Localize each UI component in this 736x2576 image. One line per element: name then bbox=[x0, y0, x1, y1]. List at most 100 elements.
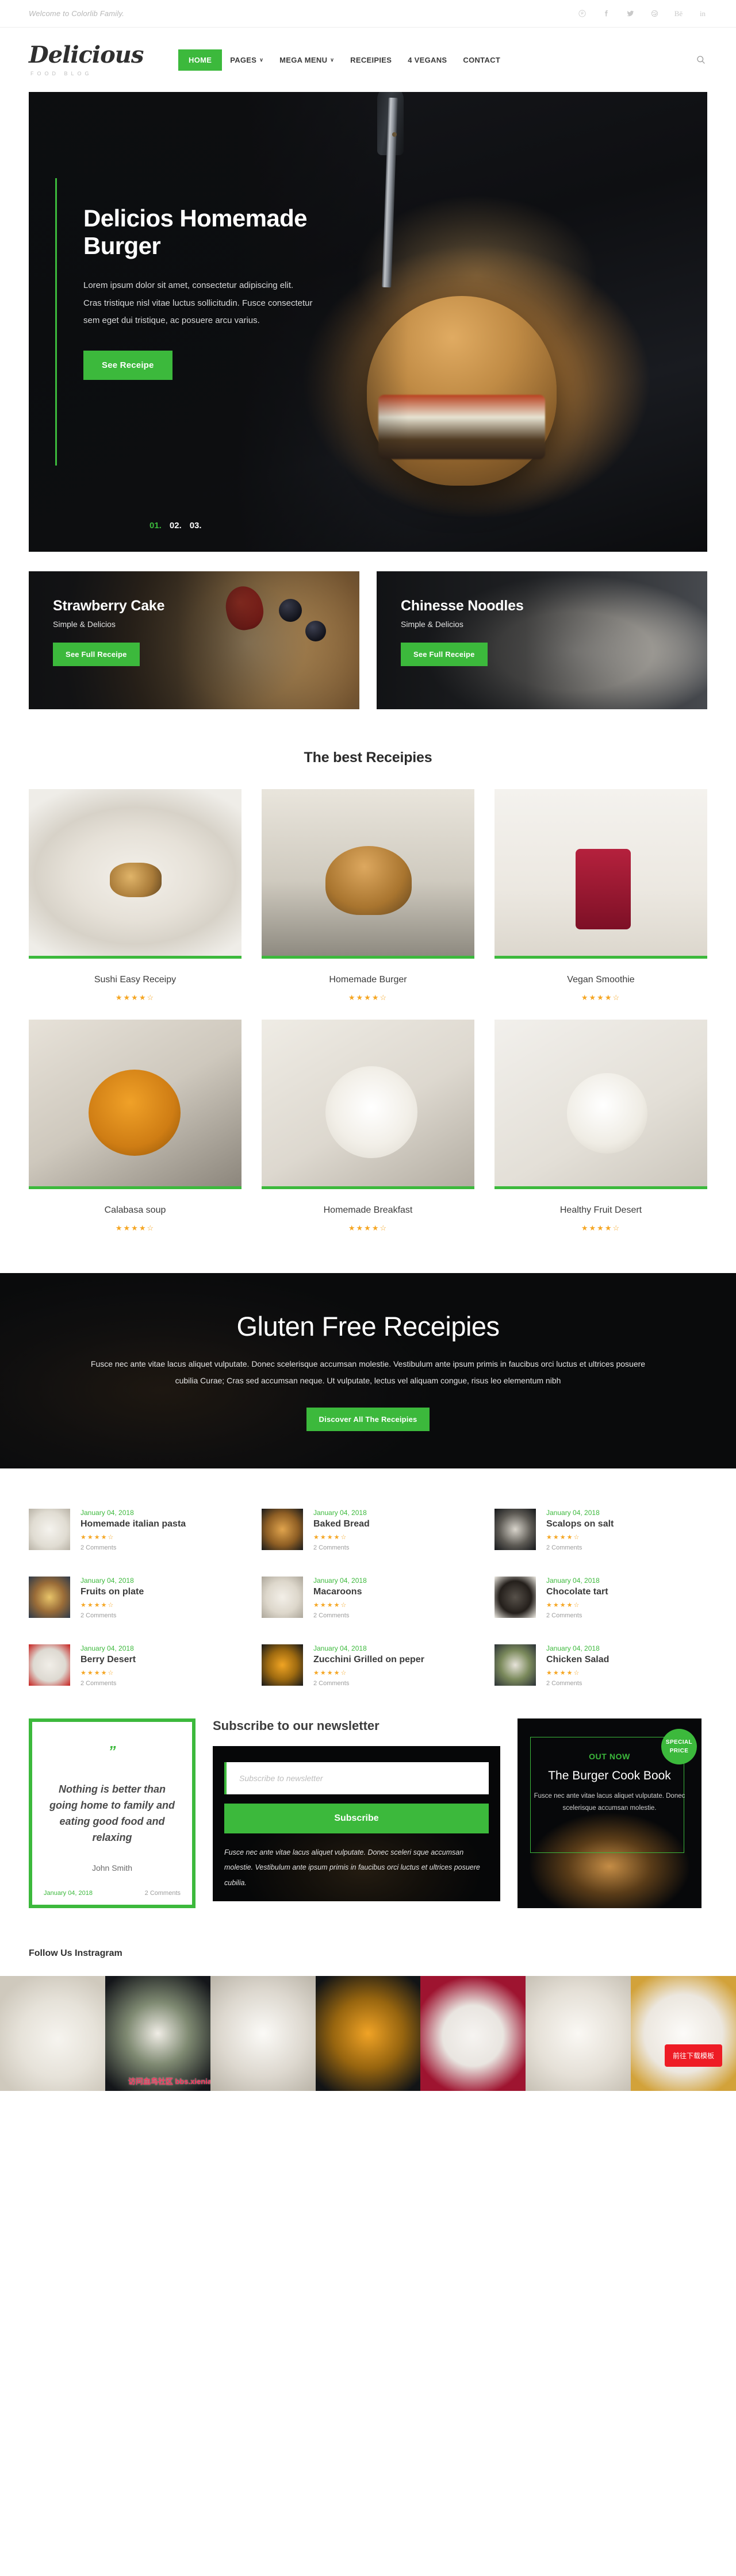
testimonial-text: Nothing is better than going home to fam… bbox=[49, 1783, 175, 1843]
post-comments-count: 2 Comments bbox=[313, 1612, 350, 1619]
linkedin-icon[interactable]: in bbox=[698, 9, 707, 18]
rating-stars: ★★★★☆ bbox=[546, 1534, 581, 1541]
feature-cta-button[interactable]: See Full Receipe bbox=[401, 643, 488, 666]
nav-item-contact[interactable]: CONTACT bbox=[455, 49, 508, 71]
post-comments-count: 2 Comments bbox=[80, 1612, 117, 1619]
newsletter-title: Subscribe to our newsletter bbox=[213, 1718, 379, 1733]
post-title: Chicken Salad bbox=[546, 1655, 610, 1664]
post-date: January 04, 2018 bbox=[313, 1577, 367, 1585]
cookbook-promo[interactable]: OUT NOW The Burger Cook Book Fusce nec a… bbox=[518, 1718, 702, 1908]
twitter-icon[interactable] bbox=[626, 9, 635, 18]
cookbook-title: The Burger Cook Book bbox=[548, 1769, 671, 1782]
post-date: January 04, 2018 bbox=[313, 1644, 367, 1652]
testimonial-author: John Smith bbox=[91, 1863, 133, 1873]
nav-item-4-vegans[interactable]: 4 VEGANS bbox=[400, 49, 455, 71]
slider-dot-1[interactable]: 01. bbox=[150, 521, 162, 530]
hero-cta-button[interactable]: See Receipe bbox=[83, 351, 172, 380]
hero-slider: Delicios Homemade Burger Lorem ipsum dol… bbox=[29, 92, 707, 552]
slider-dot-2[interactable]: 02. bbox=[170, 521, 182, 530]
instagram-photo[interactable] bbox=[526, 1976, 631, 2091]
recipe-card[interactable]: Homemade Breakfast ★★★★☆ bbox=[262, 1020, 474, 1233]
recipe-card[interactable]: Homemade Burger ★★★★☆ bbox=[262, 789, 474, 1002]
post-thumbnail bbox=[494, 1577, 536, 1618]
list-item[interactable]: January 04, 2018 Chicken Salad ★★★★☆ 2 C… bbox=[494, 1644, 707, 1687]
subscribe-button[interactable]: Subscribe bbox=[224, 1804, 489, 1833]
nav-item-mega-menu[interactable]: MEGA MENU ∨ bbox=[271, 49, 342, 71]
pinterest-icon[interactable] bbox=[577, 9, 586, 18]
instagram-photo[interactable] bbox=[420, 1976, 526, 2091]
post-thumbnail bbox=[262, 1644, 303, 1686]
list-item[interactable]: January 04, 2018 Berry Desert ★★★★☆ 2 Co… bbox=[29, 1644, 241, 1687]
instagram-photo[interactable]: 访问血鸟社区 bbs.xieniao.com 免费下载更多内容 bbox=[105, 1976, 210, 2091]
recipe-card[interactable]: Calabasa soup ★★★★☆ bbox=[29, 1020, 241, 1233]
logo-tagline: FOOD BLOG bbox=[30, 70, 93, 76]
post-comments-count: 2 Comments bbox=[546, 1612, 582, 1619]
post-title: Macaroons bbox=[313, 1587, 362, 1597]
recipe-card[interactable]: Vegan Smoothie ★★★★☆ bbox=[494, 789, 707, 1002]
instagram-photo[interactable] bbox=[210, 1976, 316, 2091]
nav-label: HOME bbox=[189, 55, 212, 64]
feature-title: Chinesse Noodles bbox=[401, 598, 524, 614]
list-item[interactable]: January 04, 2018 Scalops on salt ★★★★☆ 2… bbox=[494, 1509, 707, 1551]
rating-stars: ★★★★☆ bbox=[313, 1670, 348, 1677]
recipe-card[interactable]: Healthy Fruit Desert ★★★★☆ bbox=[494, 1020, 707, 1233]
post-date: January 04, 2018 bbox=[546, 1644, 600, 1652]
post-comments-count: 2 Comments bbox=[546, 1544, 582, 1551]
rating-stars: ★★★★☆ bbox=[115, 993, 155, 1002]
instagram-photo[interactable]: 前往下载模板 bbox=[631, 1976, 736, 2091]
instagram-photo[interactable] bbox=[315, 1976, 421, 2091]
newsletter-email-input[interactable] bbox=[224, 1762, 489, 1794]
instagram-photo[interactable] bbox=[0, 1976, 105, 2091]
feature-subtitle: Simple & Delicios bbox=[53, 620, 116, 629]
behance-icon[interactable]: Bē bbox=[674, 9, 683, 18]
nav-item-pages[interactable]: PAGES ∨ bbox=[222, 49, 271, 71]
recipe-image bbox=[29, 1020, 241, 1189]
post-comments-count: 2 Comments bbox=[313, 1544, 350, 1551]
newsletter-section: Subscribe to our newsletter Subscribe Fu… bbox=[213, 1718, 500, 1901]
list-item[interactable]: January 04, 2018 Chocolate tart ★★★★☆ 2 … bbox=[494, 1577, 707, 1619]
gluten-free-cta-button[interactable]: Discover All The Receipies bbox=[306, 1408, 430, 1432]
list-item[interactable]: January 04, 2018 Baked Bread ★★★★☆ 2 Com… bbox=[262, 1509, 474, 1551]
rating-stars: ★★★★☆ bbox=[80, 1670, 115, 1677]
feature-cta-button[interactable]: See Full Receipe bbox=[53, 643, 140, 666]
rating-stars: ★★★★☆ bbox=[80, 1534, 115, 1541]
post-title: Berry Desert bbox=[80, 1655, 136, 1664]
feature-cards: Strawberry Cake Simple & Delicios See Fu… bbox=[29, 571, 707, 709]
recipe-card[interactable]: Sushi Easy Receipy ★★★★☆ bbox=[29, 789, 241, 1002]
hero-slider-pagination: 01. 02. 03. bbox=[150, 521, 202, 530]
post-date: January 04, 2018 bbox=[313, 1509, 367, 1517]
nav-item-receipies[interactable]: RECEIPIES bbox=[342, 49, 400, 71]
post-date: January 04, 2018 bbox=[546, 1509, 600, 1517]
recipe-image bbox=[262, 789, 474, 959]
post-date: January 04, 2018 bbox=[80, 1577, 134, 1585]
list-item[interactable]: January 04, 2018 Zucchini Grilled on pep… bbox=[262, 1644, 474, 1687]
testimonial-comments: 2 Comments bbox=[144, 1890, 181, 1897]
post-title: Chocolate tart bbox=[546, 1587, 608, 1597]
newsletter-box: Subscribe Fusce nec ante vitae lacus ali… bbox=[213, 1746, 500, 1901]
nav-label: 4 VEGANS bbox=[408, 55, 447, 64]
nav-item-home[interactable]: HOME bbox=[178, 49, 223, 71]
post-title: Fruits on plate bbox=[80, 1587, 144, 1597]
rating-stars: ★★★★☆ bbox=[313, 1534, 348, 1541]
list-item[interactable]: January 04, 2018 Fruits on plate ★★★★☆ 2… bbox=[29, 1577, 241, 1619]
post-thumbnail bbox=[29, 1509, 70, 1550]
post-title: Baked Bread bbox=[313, 1519, 370, 1529]
facebook-icon[interactable] bbox=[601, 9, 611, 18]
list-item[interactable]: January 04, 2018 Homemade italian pasta … bbox=[29, 1509, 241, 1551]
list-item[interactable]: January 04, 2018 Macaroons ★★★★☆ 2 Comme… bbox=[262, 1577, 474, 1619]
post-thumbnail bbox=[494, 1644, 536, 1686]
search-icon[interactable] bbox=[695, 53, 707, 66]
slider-dot-3[interactable]: 03. bbox=[190, 521, 202, 530]
hero-title: Delicios Homemade Burger bbox=[83, 205, 308, 259]
site-logo[interactable]: Delicious FOOD BLOG bbox=[29, 43, 178, 76]
recipe-name: Homemade Burger bbox=[329, 975, 407, 985]
testimonial-card: ” Nothing is better than going home to f… bbox=[29, 1718, 195, 1908]
feature-card-chinesse-noodles[interactable]: Chinesse Noodles Simple & Delicios See F… bbox=[377, 571, 707, 709]
dribbble-icon[interactable] bbox=[650, 9, 659, 18]
download-template-button[interactable]: 前往下载模板 bbox=[665, 2044, 723, 2067]
rating-stars: ★★★★☆ bbox=[115, 1224, 155, 1232]
testimonial-date: January 04, 2018 bbox=[44, 1890, 93, 1897]
cookbook-image: OUT NOW The Burger Cook Book Fusce nec a… bbox=[518, 1718, 702, 1908]
feature-card-strawberry-cake[interactable]: Strawberry Cake Simple & Delicios See Fu… bbox=[29, 571, 359, 709]
main-navigation: HOME PAGES ∨ MEGA MENU ∨ RECEIPIES 4 VEGAN… bbox=[178, 49, 695, 71]
